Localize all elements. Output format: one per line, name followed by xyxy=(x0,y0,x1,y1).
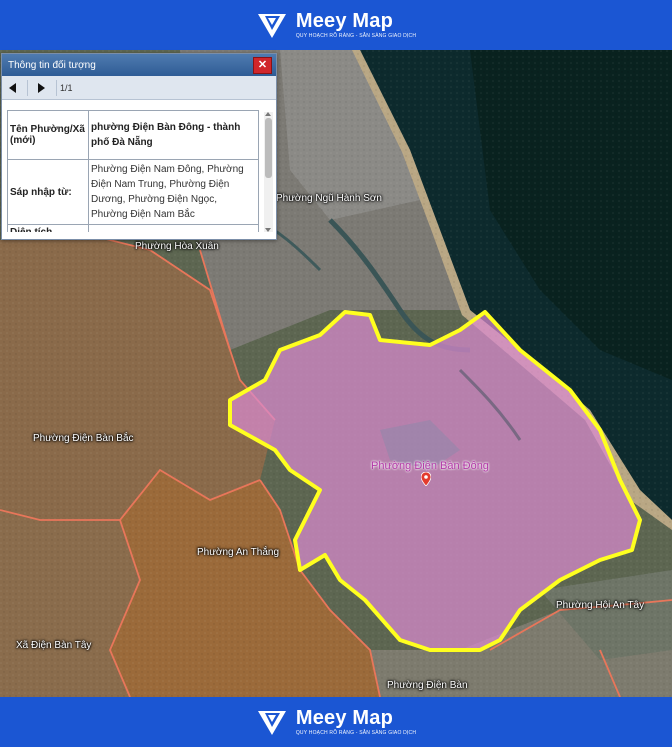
label-an-thang: Phường An Thắng xyxy=(197,547,280,558)
close-button[interactable]: ✕ xyxy=(253,57,272,74)
table-row: Tên Phường/Xã (mới) phường Điện Bàn Đông… xyxy=(7,110,259,160)
row-key: Sáp nhập từ: xyxy=(7,159,89,225)
brand-name: Meey Map xyxy=(295,707,394,729)
label-dien-ban: Phường Điện Bàn xyxy=(387,680,468,691)
row-key: Tên Phường/Xã (mới) xyxy=(7,110,89,160)
row-value: phường Điện Bàn Đông - thành phố Đà Nẵng xyxy=(88,110,259,160)
scroll-up-icon[interactable] xyxy=(265,112,271,116)
label-dien-ban-tay: Xã Điện Bàn Tây xyxy=(16,640,92,651)
brand-name: Meey Map xyxy=(295,10,394,32)
info-panel: Thông tin đối tượng ✕ 1/1 Tên Phường/Xã … xyxy=(1,53,277,240)
label-hoi-an-tay: Phường Hội An Tây xyxy=(556,600,645,611)
panel-header: Thông tin đối tượng ✕ xyxy=(2,54,276,76)
row-value xyxy=(88,224,259,232)
footer-banner: Meey Map QUY HOẠCH RÕ RÀNG - SẴN SÀNG GI… xyxy=(0,697,672,747)
brand-logo: Meey Map QUY HOẠCH RÕ RÀNG - SẴN SÀNG GI… xyxy=(256,10,416,40)
panel-nav: 1/1 xyxy=(2,76,276,100)
panel-scrollbar[interactable] xyxy=(264,112,273,232)
arrow-left-icon xyxy=(9,82,16,93)
label-dien-ban-bac: Phường Điện Bàn Bắc xyxy=(33,433,134,444)
close-icon: ✕ xyxy=(257,59,268,71)
brand-logo: Meey Map QUY HOẠCH RÕ RÀNG - SẴN SÀNG GI… xyxy=(256,707,416,737)
label-hoa-xuan: Phường Hòa Xuân xyxy=(135,241,219,252)
nav-divider xyxy=(27,79,28,96)
scroll-down-icon[interactable] xyxy=(265,228,271,232)
label-ngu-hanh-son: Phường Ngũ Hành Sơn xyxy=(276,193,382,204)
row-value: Phường Điện Nam Đông, Phường Điện Nam Tr… xyxy=(88,159,259,225)
meey-logo-icon xyxy=(257,14,286,38)
nav-divider xyxy=(56,79,57,96)
brand-tagline: QUY HOẠCH RÕ RÀNG - SẴN SÀNG GIAO DỊCH xyxy=(295,33,417,39)
prev-button[interactable] xyxy=(2,77,24,99)
next-button[interactable] xyxy=(31,77,53,99)
table-row: Sáp nhập từ: Phường Điện Nam Đông, Phườn… xyxy=(7,159,259,225)
location-pin-icon[interactable] xyxy=(420,471,432,491)
meey-logo-icon xyxy=(257,711,286,735)
arrow-right-icon xyxy=(38,82,45,93)
attribute-table: Tên Phường/Xã (mới) phường Điện Bàn Đông… xyxy=(7,110,259,232)
table-row: Diện tích xyxy=(7,224,259,232)
panel-body[interactable]: Tên Phường/Xã (mới) phường Điện Bàn Đông… xyxy=(7,110,263,232)
brand-tagline: QUY HOẠCH RÕ RÀNG - SẴN SÀNG GIAO DỊCH xyxy=(295,730,417,736)
panel-title: Thông tin đối tượng xyxy=(8,59,96,71)
row-key: Diện tích xyxy=(7,224,89,232)
page-indicator: 1/1 xyxy=(60,82,73,93)
header-banner: Meey Map QUY HOẠCH RÕ RÀNG - SẴN SÀNG GI… xyxy=(0,0,672,50)
label-dien-ban-dong: Phường Điện Bàn Đông xyxy=(371,460,489,472)
scroll-thumb[interactable] xyxy=(265,118,272,178)
